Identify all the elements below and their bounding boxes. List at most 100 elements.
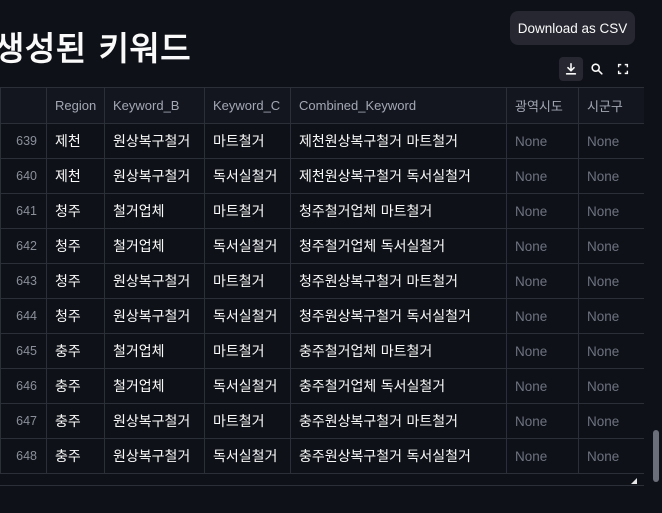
- download-icon: [565, 62, 577, 75]
- column-header-keyword-b[interactable]: Keyword_B: [104, 87, 205, 124]
- cell-combined-keyword[interactable]: 충주철거업체 마트철거: [290, 333, 507, 369]
- cell-keyword-c[interactable]: 마트철거: [204, 193, 291, 229]
- cell-combined-keyword[interactable]: 청주철거업체 마트철거: [290, 193, 507, 229]
- row-index: 640: [0, 158, 47, 194]
- cell-region[interactable]: 충주: [46, 438, 105, 474]
- cell-province[interactable]: None: [506, 333, 579, 369]
- cell-district[interactable]: None: [578, 438, 644, 474]
- index-header: [0, 87, 47, 124]
- cell-region[interactable]: 청주: [46, 193, 105, 229]
- column-header-keyword-c[interactable]: Keyword_C: [204, 87, 291, 124]
- table-row[interactable]: 644 청주 원상복구철거 독서실철거 청주원상복구철거 독서실철거 None None: [0, 298, 644, 334]
- cell-combined-keyword[interactable]: 청주철거업체 독서실철거: [290, 228, 507, 264]
- row-index: 647: [0, 403, 47, 439]
- column-header-combined-keyword[interactable]: Combined_Keyword: [290, 87, 507, 124]
- cell-region[interactable]: 충주: [46, 333, 105, 369]
- cell-district[interactable]: None: [578, 403, 644, 439]
- cell-keyword-b[interactable]: 원상복구철거: [104, 123, 205, 159]
- cell-keyword-c[interactable]: 마트철거: [204, 333, 291, 369]
- cell-keyword-b[interactable]: 원상복구철거: [104, 298, 205, 334]
- cell-province[interactable]: None: [506, 368, 579, 404]
- cell-province[interactable]: None: [506, 403, 579, 439]
- table-row[interactable]: 640 제천 원상복구철거 독서실철거 제천원상복구철거 독서실철거 None None: [0, 158, 644, 194]
- cell-district[interactable]: None: [578, 158, 644, 194]
- cell-keyword-c[interactable]: 독서실철거: [204, 438, 291, 474]
- cell-combined-keyword[interactable]: 충주철거업체 독서실철거: [290, 368, 507, 404]
- cell-combined-keyword[interactable]: 청주원상복구철거 독서실철거: [290, 298, 507, 334]
- table-row[interactable]: 648 충주 원상복구철거 독서실철거 충주원상복구철거 독서실철거 None None: [0, 438, 644, 474]
- cell-keyword-b[interactable]: 원상복구철거: [104, 158, 205, 194]
- cell-keyword-c[interactable]: 마트철거: [204, 263, 291, 299]
- table-row[interactable]: 639 제천 원상복구철거 마트철거 제천원상복구철거 마트철거 None None: [0, 123, 644, 159]
- cell-keyword-b[interactable]: 원상복구철거: [104, 438, 205, 474]
- cell-keyword-c[interactable]: 독서실철거: [204, 368, 291, 404]
- data-table: Region Keyword_B Keyword_C Combined_Keyw…: [0, 87, 644, 474]
- table-row[interactable]: 646 충주 철거업체 독서실철거 충주철거업체 독서실철거 None None: [0, 368, 644, 404]
- cell-keyword-b[interactable]: 철거업체: [104, 333, 205, 369]
- dataframe-toolbar: [559, 57, 635, 81]
- cell-keyword-b[interactable]: 원상복구철거: [104, 263, 205, 299]
- cell-province[interactable]: None: [506, 228, 579, 264]
- cell-combined-keyword[interactable]: 청주원상복구철거 마트철거: [290, 263, 507, 299]
- cell-region[interactable]: 제천: [46, 158, 105, 194]
- cell-combined-keyword[interactable]: 충주원상복구철거 마트철거: [290, 403, 507, 439]
- row-index: 646: [0, 368, 47, 404]
- cell-keyword-b[interactable]: 철거업체: [104, 228, 205, 264]
- cell-region[interactable]: 청주: [46, 298, 105, 334]
- cell-keyword-c[interactable]: 독서실철거: [204, 228, 291, 264]
- cell-province[interactable]: None: [506, 123, 579, 159]
- cell-keyword-c[interactable]: 독서실철거: [204, 298, 291, 334]
- row-index: 642: [0, 228, 47, 264]
- cell-combined-keyword[interactable]: 제천원상복구철거 마트철거: [290, 123, 507, 159]
- cell-province[interactable]: None: [506, 193, 579, 229]
- cell-province[interactable]: None: [506, 263, 579, 299]
- download-tooltip: Download as CSV: [510, 11, 635, 45]
- row-index: 645: [0, 333, 47, 369]
- search-button[interactable]: [585, 57, 609, 81]
- page-title: 생성된 키워드: [0, 29, 192, 68]
- cell-keyword-b[interactable]: 철거업체: [104, 193, 205, 229]
- resize-handle[interactable]: [631, 478, 637, 484]
- cell-district[interactable]: None: [578, 123, 644, 159]
- table-row[interactable]: 643 청주 원상복구철거 마트철거 청주원상복구철거 마트철거 None None: [0, 263, 644, 299]
- cell-region[interactable]: 충주: [46, 403, 105, 439]
- cell-keyword-c[interactable]: 마트철거: [204, 403, 291, 439]
- table-row[interactable]: 647 충주 원상복구철거 마트철거 충주원상복구철거 마트철거 None None: [0, 403, 644, 439]
- cell-keyword-b[interactable]: 철거업체: [104, 368, 205, 404]
- table-row[interactable]: 645 충주 철거업체 마트철거 충주철거업체 마트철거 None None: [0, 333, 644, 369]
- cell-district[interactable]: None: [578, 193, 644, 229]
- row-index: 639: [0, 123, 47, 159]
- header-row: Region Keyword_B Keyword_C Combined_Keyw…: [0, 87, 644, 124]
- dataframe-grid[interactable]: Region Keyword_B Keyword_C Combined_Keyw…: [0, 87, 644, 486]
- fullscreen-icon: [617, 63, 629, 75]
- table-row[interactable]: 642 청주 철거업체 독서실철거 청주철거업체 독서실철거 None None: [0, 228, 644, 264]
- cell-keyword-b[interactable]: 원상복구철거: [104, 403, 205, 439]
- fullscreen-button[interactable]: [611, 57, 635, 81]
- cell-district[interactable]: None: [578, 298, 644, 334]
- column-header-region[interactable]: Region: [46, 87, 105, 124]
- cell-district[interactable]: None: [578, 368, 644, 404]
- cell-province[interactable]: None: [506, 438, 579, 474]
- vertical-scrollbar[interactable]: [653, 430, 659, 482]
- column-header-district[interactable]: 시군구: [578, 87, 644, 124]
- cell-district[interactable]: None: [578, 333, 644, 369]
- cell-province[interactable]: None: [506, 158, 579, 194]
- cell-combined-keyword[interactable]: 충주원상복구철거 독서실철거: [290, 438, 507, 474]
- row-index: 641: [0, 193, 47, 229]
- cell-region[interactable]: 제천: [46, 123, 105, 159]
- cell-province[interactable]: None: [506, 298, 579, 334]
- table-row[interactable]: 641 청주 철거업체 마트철거 청주철거업체 마트철거 None None: [0, 193, 644, 229]
- cell-keyword-c[interactable]: 마트철거: [204, 123, 291, 159]
- cell-keyword-c[interactable]: 독서실철거: [204, 158, 291, 194]
- cell-region[interactable]: 충주: [46, 368, 105, 404]
- row-index: 648: [0, 438, 47, 474]
- row-index: 644: [0, 298, 47, 334]
- table-body: 639 제천 원상복구철거 마트철거 제천원상복구철거 마트철거 None None 640 제…: [0, 123, 644, 474]
- cell-combined-keyword[interactable]: 제천원상복구철거 독서실철거: [290, 158, 507, 194]
- cell-district[interactable]: None: [578, 228, 644, 264]
- cell-district[interactable]: None: [578, 263, 644, 299]
- column-header-province[interactable]: 광역시도: [506, 87, 579, 124]
- cell-region[interactable]: 청주: [46, 263, 105, 299]
- cell-region[interactable]: 청주: [46, 228, 105, 264]
- download-button[interactable]: [559, 57, 583, 81]
